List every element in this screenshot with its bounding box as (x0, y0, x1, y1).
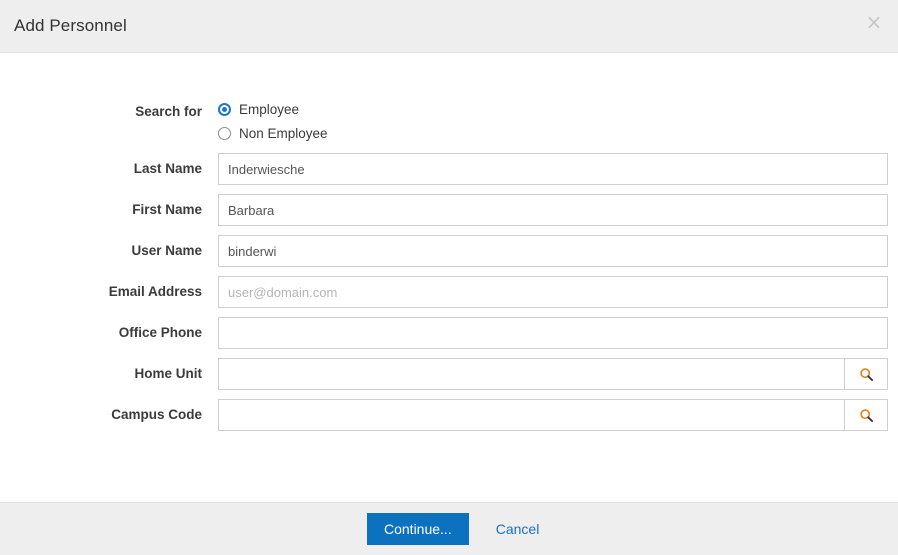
radio-non-employee-indicator[interactable] (218, 127, 231, 140)
user-name-control (218, 235, 898, 267)
campus-code-control (218, 399, 898, 431)
search-for-radio-group: Employee Non Employee (218, 100, 898, 141)
home-unit-input[interactable] (218, 358, 844, 390)
close-icon[interactable]: × (864, 12, 884, 32)
form-row-campus-code: Campus Code (0, 399, 898, 431)
dialog-footer: Continue... Cancel (0, 502, 898, 555)
email-address-input[interactable] (218, 276, 888, 308)
form-row-office-phone: Office Phone (0, 317, 898, 349)
campus-code-input[interactable] (218, 399, 844, 431)
home-unit-control (218, 358, 898, 390)
first-name-label: First Name (132, 202, 202, 217)
radio-option-non-employee[interactable]: Non Employee (218, 126, 328, 141)
last-name-control (218, 153, 898, 185)
campus-code-lookup-button[interactable] (844, 399, 888, 431)
dialog-body: Search for Employee Non Employee Last Na… (0, 53, 898, 502)
radio-option-employee[interactable]: Employee (218, 102, 328, 117)
last-name-label: Last Name (133, 161, 202, 176)
radio-employee-label: Employee (239, 102, 300, 117)
campus-code-label: Campus Code (111, 407, 202, 422)
first-name-input[interactable] (218, 194, 888, 226)
user-name-input[interactable] (218, 235, 888, 267)
last-name-input[interactable] (218, 153, 888, 185)
page-title: Add Personnel (14, 16, 127, 35)
user-name-label: User Name (131, 243, 202, 258)
form-row-user-name: User Name (0, 235, 898, 267)
office-phone-label: Office Phone (118, 325, 202, 340)
search-icon (859, 367, 873, 381)
home-unit-lookup-button[interactable] (844, 358, 888, 390)
footer-actions: Continue... Cancel (367, 513, 539, 545)
form-row-search-for: Search for Employee Non Employee (0, 100, 898, 141)
continue-button[interactable]: Continue... (367, 513, 469, 545)
add-personnel-dialog: Add Personnel × Search for Employee Non … (0, 0, 898, 555)
form-row-email-address: Email Address (0, 276, 898, 308)
form-row-last-name: Last Name (0, 153, 898, 185)
first-name-control (218, 194, 898, 226)
home-unit-label: Home Unit (134, 366, 203, 381)
form-row-first-name: First Name (0, 194, 898, 226)
office-phone-control (218, 317, 898, 349)
cancel-button[interactable]: Cancel (496, 521, 540, 537)
search-icon (859, 408, 873, 422)
radio-employee-indicator[interactable] (218, 103, 231, 116)
radio-non-employee-label: Non Employee (239, 126, 328, 141)
form-row-home-unit: Home Unit (0, 358, 898, 390)
office-phone-input[interactable] (218, 317, 888, 349)
search-for-label: Search for (135, 104, 202, 119)
email-address-label: Email Address (108, 284, 202, 299)
dialog-header: Add Personnel × (0, 0, 898, 53)
email-address-control (218, 276, 898, 308)
